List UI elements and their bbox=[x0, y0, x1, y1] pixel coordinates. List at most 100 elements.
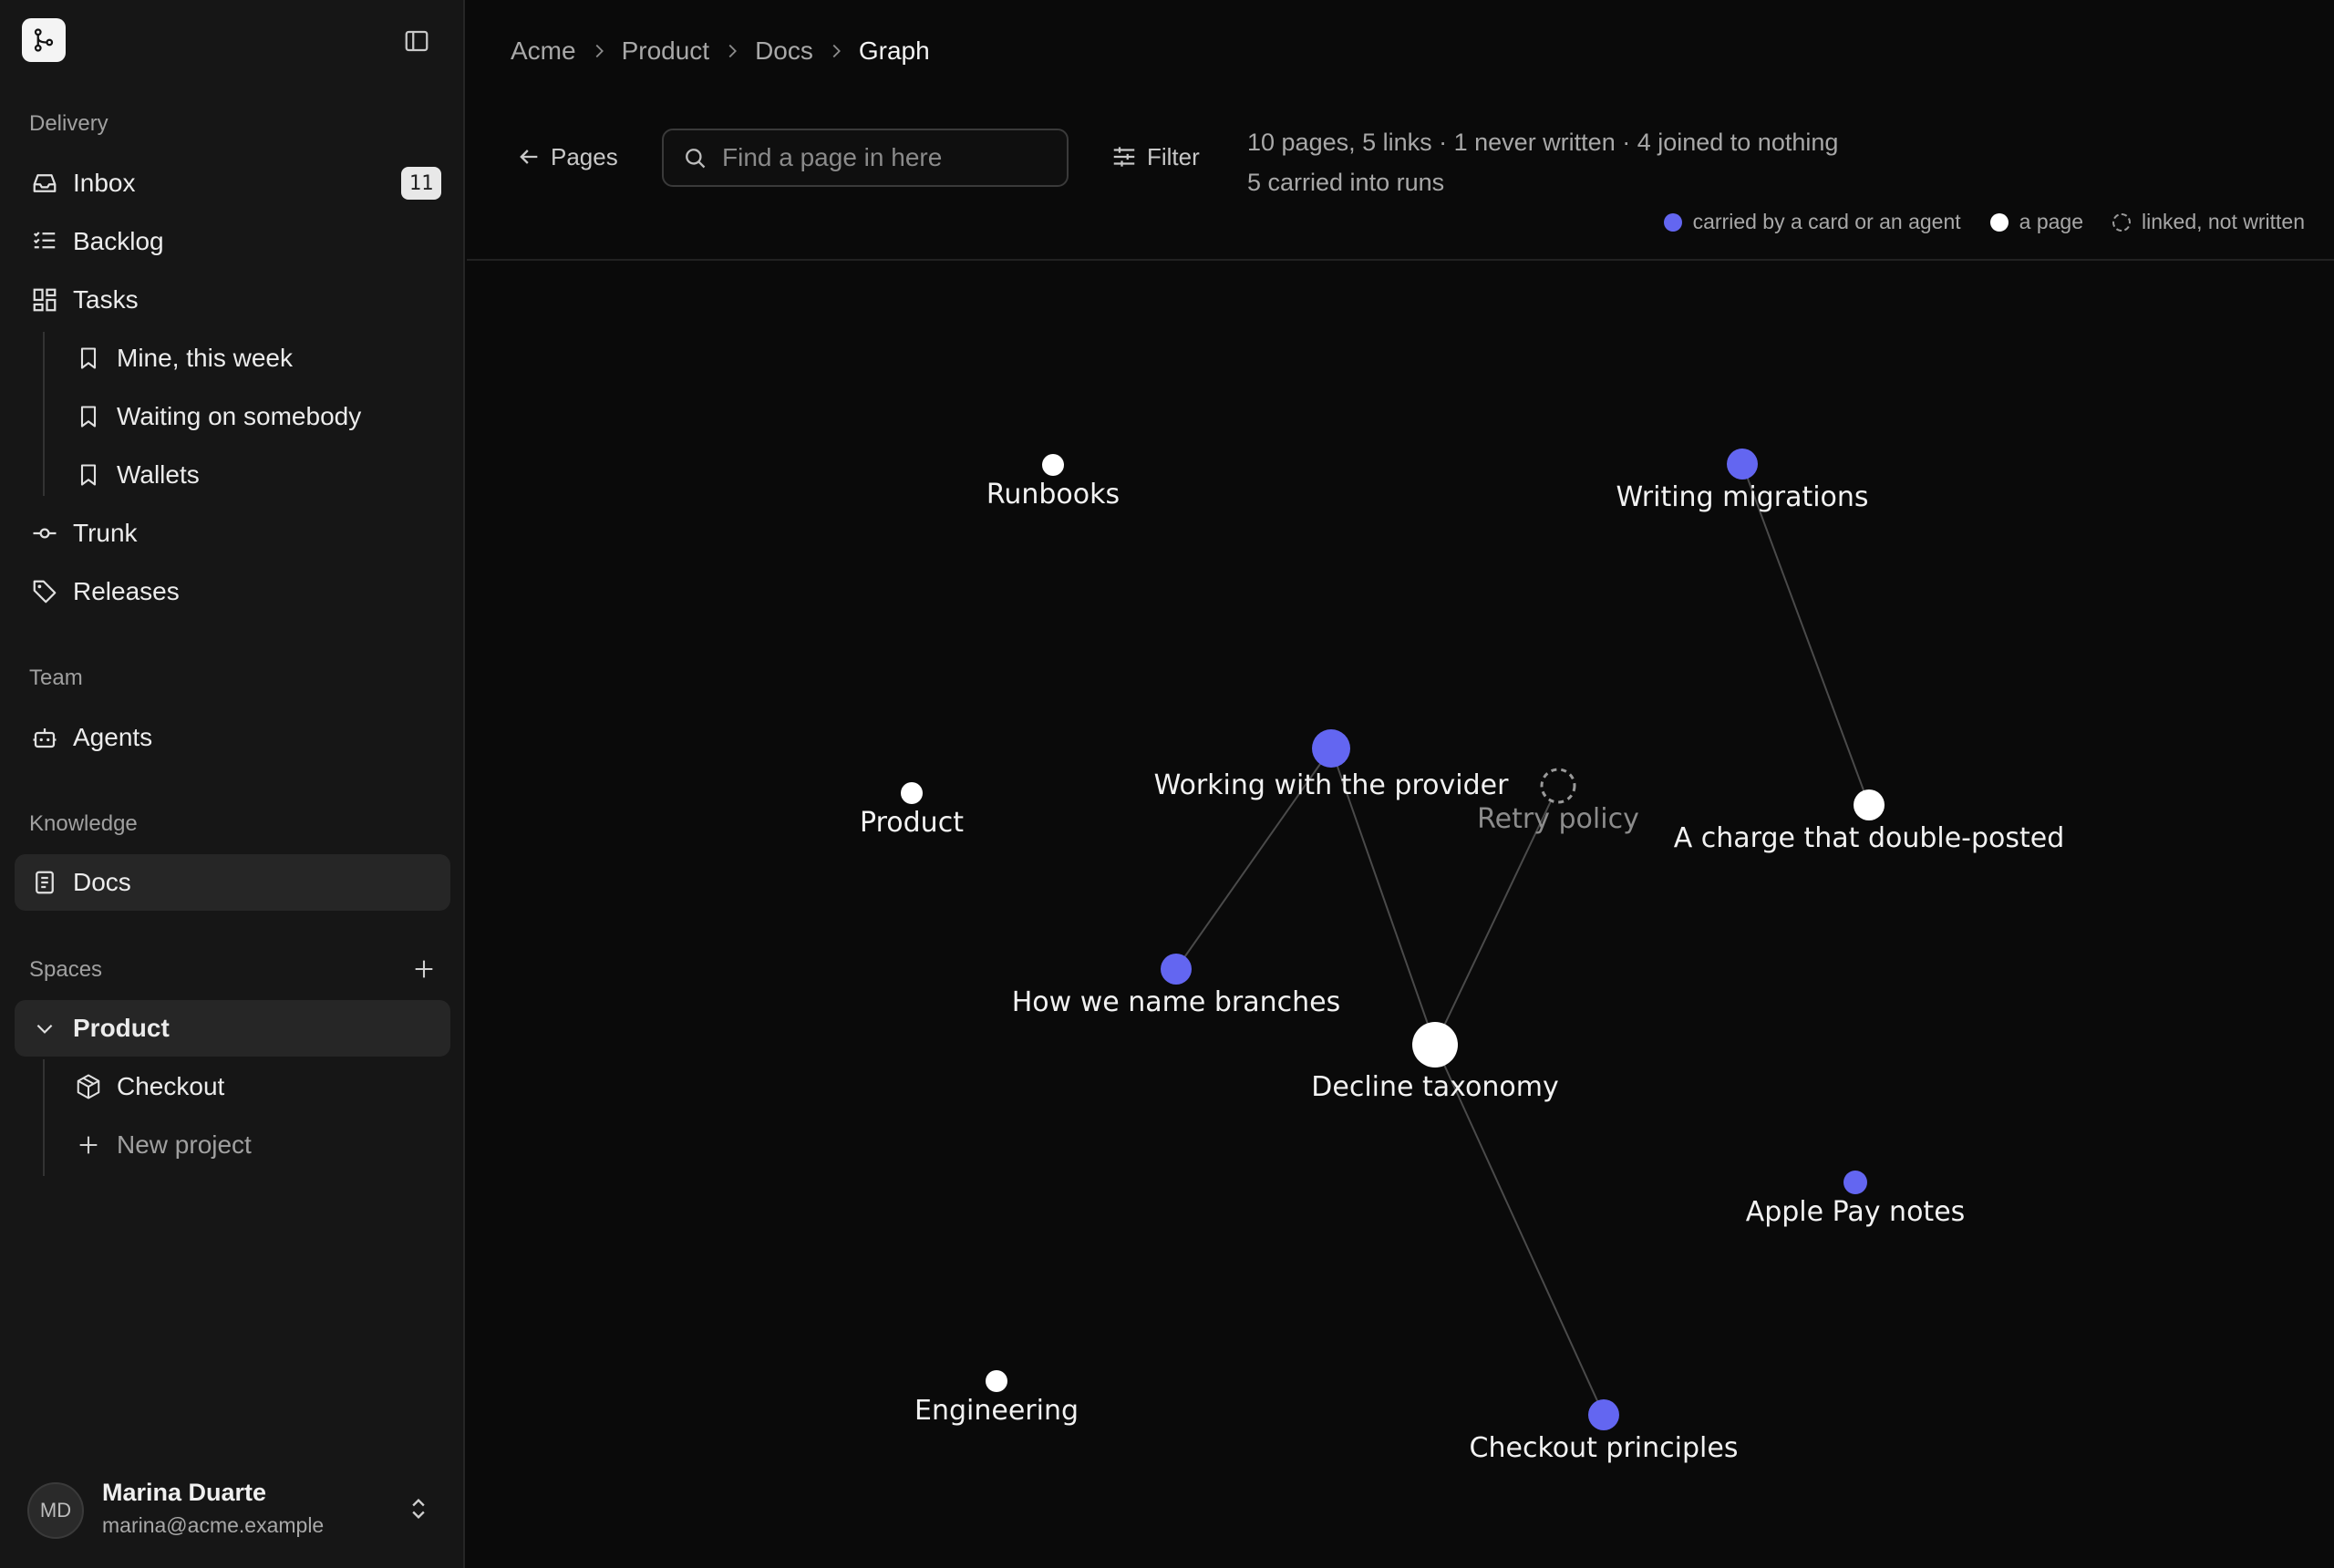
graph-link-writing-migrations-charge-double bbox=[1741, 463, 1870, 806]
sidebar-item-docs[interactable]: Docs bbox=[15, 854, 450, 911]
sidebar-item-checkout[interactable]: Checkout bbox=[58, 1058, 450, 1115]
graph-stats: 10 pages, 5 links · 1 never written · 4 … bbox=[1247, 122, 1838, 202]
section-label-team: Team bbox=[29, 665, 83, 690]
graph-node-charge-double[interactable]: A charge that double-posted bbox=[1674, 789, 2065, 854]
graph-node-checkout-principles[interactable]: Checkout principles bbox=[1470, 1399, 1739, 1464]
graph-node-label[interactable]: Product bbox=[860, 807, 964, 839]
graph-node-product[interactable]: Product bbox=[860, 782, 964, 839]
section-label-delivery: Delivery bbox=[29, 111, 108, 136]
grid-icon bbox=[29, 284, 60, 315]
graph-node-dot[interactable] bbox=[1588, 1399, 1619, 1430]
graph-node-engineering[interactable]: Engineering bbox=[914, 1370, 1079, 1427]
graph-node-working-provider[interactable]: Working with the provider bbox=[1154, 729, 1510, 801]
graph-node-dot[interactable] bbox=[1854, 789, 1885, 820]
graph-node-label[interactable]: How we name branches bbox=[1012, 986, 1341, 1018]
legend-item-page: a page bbox=[1989, 210, 2083, 234]
sidebar-item-mine-this-week[interactable]: Mine, this week bbox=[58, 330, 450, 387]
legend-dot-carried bbox=[1663, 212, 1682, 232]
graph-node-label[interactable]: Checkout principles bbox=[1470, 1432, 1739, 1464]
graph-node-label[interactable]: Decline taxonomy bbox=[1311, 1071, 1558, 1103]
sidebar-item-label: Trunk bbox=[73, 519, 138, 547]
graph-node-dot[interactable] bbox=[1727, 449, 1758, 480]
chevron-down-icon bbox=[29, 1013, 60, 1044]
graph-node-label[interactable]: Apple Pay notes bbox=[1746, 1196, 1966, 1228]
graph-node-label[interactable]: Working with the provider bbox=[1154, 769, 1510, 801]
legend-label: linked, not written bbox=[2142, 210, 2305, 233]
sidebar-item-inbox[interactable]: Inbox 11 bbox=[15, 155, 450, 211]
legend-dot-unwritten bbox=[2112, 212, 2132, 232]
graph-node-dot[interactable] bbox=[1540, 768, 1576, 804]
user-account-menu[interactable]: MD Marina Duarte marina@acme.example bbox=[27, 1475, 447, 1544]
graph-node-label[interactable]: Engineering bbox=[914, 1395, 1079, 1427]
section-label-spaces: Spaces bbox=[29, 957, 103, 982]
search-box[interactable] bbox=[662, 129, 1069, 187]
back-to-pages-button[interactable]: Pages bbox=[516, 139, 618, 175]
graph-node-dot[interactable] bbox=[901, 782, 923, 804]
user-email: marina@acme.example bbox=[102, 1513, 325, 1537]
doc-graph-svg[interactable]: Runbooks Writing migrations Product Working… bbox=[467, 261, 2334, 1568]
document-icon bbox=[29, 867, 60, 898]
new-project-button[interactable]: New project bbox=[58, 1117, 450, 1173]
graph-node-apple-pay[interactable]: Apple Pay notes bbox=[1746, 1171, 1966, 1228]
list-checks-icon bbox=[29, 226, 60, 257]
breadcrumb-item-docs[interactable]: Docs bbox=[755, 36, 813, 66]
sidebar-item-label: Inbox bbox=[73, 169, 136, 197]
sidebar-item-label: Mine, this week bbox=[117, 344, 293, 372]
sidebar-item-label: Wallets bbox=[117, 460, 200, 489]
graph-node-runbooks[interactable]: Runbooks bbox=[986, 454, 1120, 511]
graph-node-label[interactable]: Writing migrations bbox=[1616, 481, 1868, 513]
sidebar-item-trunk[interactable]: Trunk bbox=[15, 505, 450, 562]
graph-node-dot[interactable] bbox=[1042, 454, 1064, 476]
sidebar-item-wallets[interactable]: Wallets bbox=[58, 447, 450, 503]
filter-label: Filter bbox=[1147, 142, 1200, 170]
graph-node-dot[interactable] bbox=[1412, 1022, 1458, 1068]
breadcrumb-item-graph: Graph bbox=[858, 36, 930, 65]
sidebar-item-label: New project bbox=[117, 1130, 252, 1159]
search-input[interactable] bbox=[720, 142, 1034, 173]
sidebar-item-label: Agents bbox=[73, 723, 153, 751]
breadcrumb-item-acme[interactable]: Acme bbox=[511, 36, 576, 66]
graph-node-label[interactable]: Runbooks bbox=[986, 479, 1120, 511]
breadcrumb-item-product[interactable]: Product bbox=[622, 36, 710, 66]
sidebar-item-label: Product bbox=[73, 1014, 170, 1042]
app-logo[interactable] bbox=[22, 18, 66, 62]
sidebar-item-label: Backlog bbox=[73, 227, 164, 255]
sidebar-toggle-button[interactable] bbox=[401, 26, 432, 57]
graph-node-label[interactable]: Retry policy bbox=[1477, 803, 1639, 835]
commit-icon bbox=[29, 518, 60, 549]
chevron-right-icon bbox=[584, 37, 614, 65]
tree-line bbox=[43, 332, 45, 496]
tree-line bbox=[43, 1059, 45, 1176]
add-space-button[interactable] bbox=[408, 954, 439, 985]
sidebar-item-waiting[interactable]: Waiting on somebody bbox=[58, 388, 450, 445]
bookmark-icon bbox=[73, 401, 104, 432]
legend-label: carried by a card or an agent bbox=[1692, 210, 1961, 233]
sidebar-space-product[interactable]: Product bbox=[15, 1000, 450, 1057]
plus-icon bbox=[73, 1130, 104, 1161]
graph-node-name-branches[interactable]: How we name branches bbox=[1012, 954, 1341, 1018]
sidebar-item-label: Waiting on somebody bbox=[117, 402, 362, 430]
graph-node-label[interactable]: A charge that double-posted bbox=[1674, 822, 2065, 854]
graph-node-writing-migrations[interactable]: Writing migrations bbox=[1616, 449, 1869, 513]
section-label-knowledge: Knowledge bbox=[29, 811, 138, 836]
graph-node-dot[interactable] bbox=[1312, 729, 1350, 768]
graph-node-dot[interactable] bbox=[1843, 1171, 1867, 1194]
sidebar-item-backlog[interactable]: Backlog bbox=[15, 213, 450, 270]
sidebar-item-tasks[interactable]: Tasks bbox=[15, 272, 450, 328]
graph-node-dot[interactable] bbox=[1161, 954, 1192, 985]
arrow-left-icon bbox=[516, 144, 542, 170]
sidebar-item-releases[interactable]: Releases bbox=[15, 563, 450, 620]
filter-button[interactable]: Filter bbox=[1110, 139, 1200, 175]
sidebar-item-agents[interactable]: Agents bbox=[15, 709, 450, 766]
graph-node-dot[interactable] bbox=[986, 1370, 1007, 1392]
legend-item-unwritten: linked, not written bbox=[2112, 210, 2305, 234]
graph-node-decline-taxonomy[interactable]: Decline taxonomy bbox=[1311, 1022, 1559, 1103]
doc-graph-canvas[interactable]: Runbooks Writing migrations Product Working… bbox=[467, 261, 2334, 1568]
sidebar-item-label: Tasks bbox=[73, 285, 139, 314]
sidebar-item-label: Releases bbox=[73, 577, 180, 605]
bot-icon bbox=[29, 722, 60, 753]
graph-stats-line-2: 5 carried into runs bbox=[1247, 169, 1445, 196]
chevrons-up-down-icon[interactable] bbox=[403, 1493, 434, 1524]
legend-item-carried: carried by a card or an agent bbox=[1663, 210, 1961, 234]
package-icon bbox=[73, 1071, 104, 1102]
